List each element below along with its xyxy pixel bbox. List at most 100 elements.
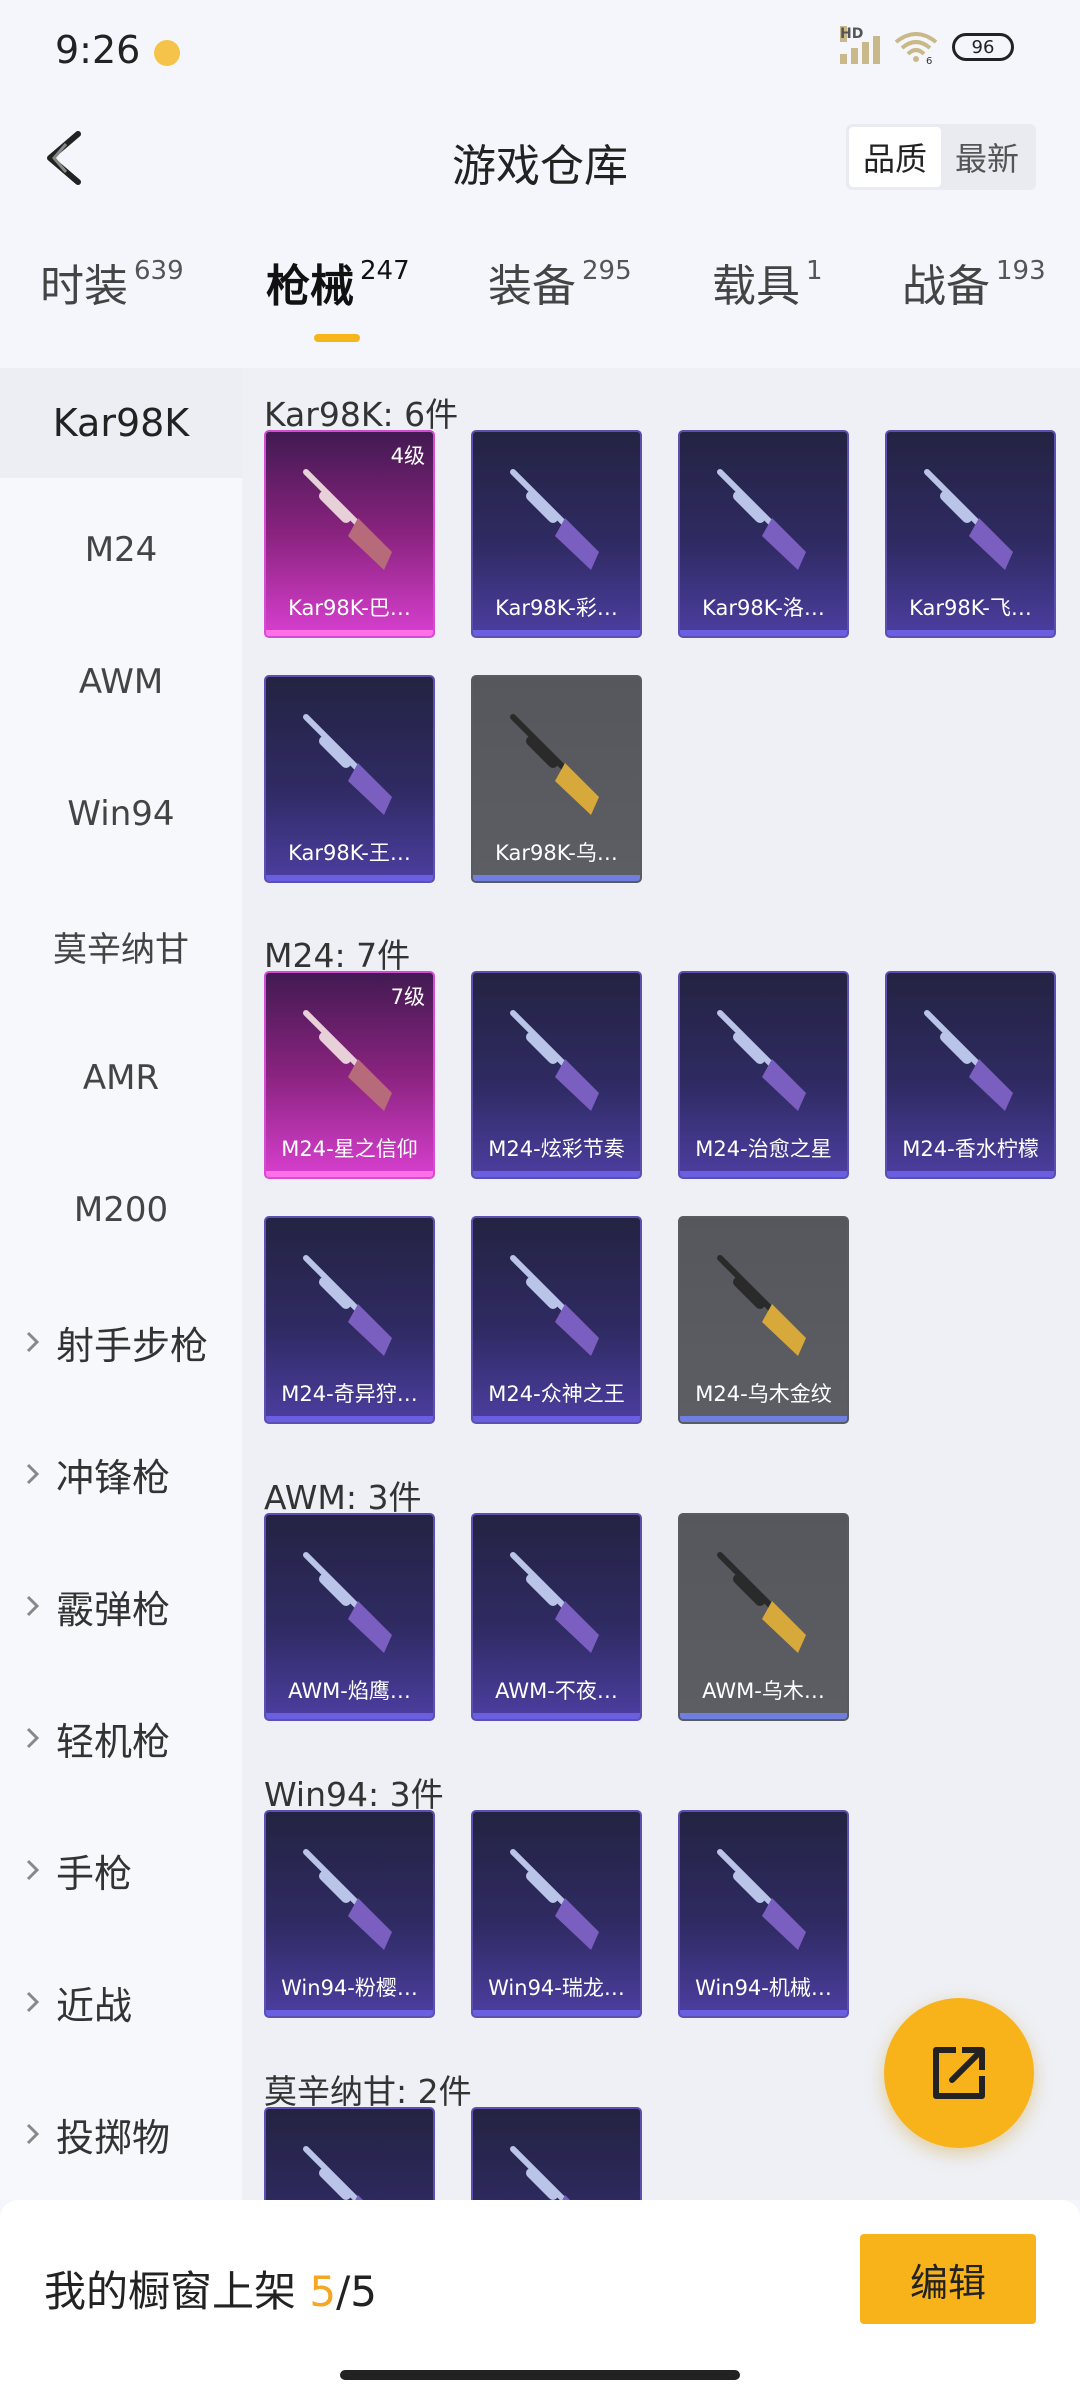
inventory-grid: Kar98K: 6件 M24: 7件 AWM: 3件 Win94: 3件 莫辛纳…	[242, 368, 1080, 2200]
rarity-bar	[266, 1416, 433, 1422]
inventory-item-card[interactable]: AWM-乌木…	[678, 1513, 849, 1721]
sort-latest-option[interactable]: 最新	[941, 127, 1033, 187]
inventory-item-card[interactable]: M24-乌木金纹	[678, 1216, 849, 1424]
tab-fashion[interactable]: 时装 639	[40, 250, 184, 314]
inventory-item-card[interactable]: Win94-机械…	[678, 1810, 849, 2018]
rarity-bar	[887, 630, 1054, 636]
edit-button[interactable]: 编辑	[860, 2234, 1036, 2324]
status-icons: HD 6 96	[840, 26, 1014, 64]
showcase-total-count: /5	[336, 2267, 377, 2316]
sort-toggle: 品质 最新	[845, 124, 1036, 190]
rifle-icon	[303, 1552, 392, 1653]
sidebar-group-melee[interactable]: 近战	[0, 1947, 242, 2057]
rifle-icon	[924, 1010, 1013, 1111]
rifle-icon	[510, 469, 599, 570]
item-name: Win94-机械…	[695, 1976, 832, 2000]
rarity-bar	[473, 1713, 640, 1719]
tab-count: 295	[582, 256, 632, 286]
inventory-item-card[interactable]	[264, 2107, 435, 2200]
inventory-item-card[interactable]: M24-奇异狩…	[264, 1216, 435, 1424]
item-name: Kar98K-彩…	[495, 596, 618, 620]
sidebar-item-m200[interactable]: M200	[0, 1155, 242, 1265]
chevron-right-icon	[26, 1859, 40, 1881]
inventory-item-card[interactable]: M24-众神之王	[471, 1216, 642, 1424]
inventory-item-card[interactable]: M24-香水柠檬	[885, 971, 1056, 1179]
rifle-icon	[303, 469, 392, 570]
rifle-icon	[717, 469, 806, 570]
sidebar-item-awm[interactable]: AWM	[0, 627, 242, 737]
rarity-bar	[473, 630, 640, 636]
category-tabs: 时装 639 枪械 247 装备 295 载具 1 战备 193	[0, 250, 1080, 350]
inventory-item-card[interactable]: Kar98K-洛…	[678, 430, 849, 638]
inventory-item-card[interactable]: Win94-瑞龙…	[471, 1810, 642, 2018]
rifle-icon	[510, 714, 599, 815]
rifle-icon	[717, 1010, 806, 1111]
item-name: Kar98K-乌…	[495, 841, 618, 865]
sidebar-group-dmr[interactable]: 射手步枪	[0, 1287, 242, 1397]
item-name: M24-乌木金纹	[695, 1382, 832, 1406]
tab-count: 247	[360, 256, 410, 286]
inventory-item-card[interactable]: Kar98K-乌…	[471, 675, 642, 883]
rifle-icon	[924, 469, 1013, 570]
item-name: M24-奇异狩…	[281, 1382, 418, 1406]
chevron-right-icon	[26, 1331, 40, 1353]
inventory-item-card[interactable]: M24-炫彩节奏	[471, 971, 642, 1179]
rifle-icon	[717, 1552, 806, 1653]
sidebar-item-win94[interactable]: Win94	[0, 759, 242, 869]
share-button[interactable]	[884, 1998, 1034, 2148]
rifle-icon	[510, 2146, 570, 2200]
tab-equipment[interactable]: 装备 295	[488, 250, 632, 314]
sidebar-group-smg[interactable]: 冲锋枪	[0, 1419, 242, 1529]
tab-label: 战备	[902, 261, 990, 312]
rifle-icon	[303, 1255, 392, 1356]
item-level-badge: 7级	[390, 985, 425, 1009]
tab-combat-gear[interactable]: 战备 193	[902, 250, 1046, 314]
inventory-item-card[interactable]: AWM-不夜…	[471, 1513, 642, 1721]
sidebar-item-mosin[interactable]: 莫辛纳甘	[0, 891, 242, 1001]
rarity-bar	[680, 630, 847, 636]
chevron-right-icon	[26, 1727, 40, 1749]
sidebar-group-label: 冲锋枪	[56, 1455, 171, 1500]
rarity-bar	[473, 1171, 640, 1177]
tab-label: 装备	[488, 261, 576, 312]
notification-app-icon	[154, 40, 180, 66]
showcase-panel: 我的橱窗上架 5/5 编辑	[0, 2200, 1080, 2400]
rifle-icon	[510, 1255, 599, 1356]
inventory-item-card[interactable]: M24-治愈之星	[678, 971, 849, 1179]
section-title-m24: M24: 7件	[264, 936, 411, 975]
inventory-item-card[interactable]: Kar98K-飞…	[885, 430, 1056, 638]
sidebar-group-lmg[interactable]: 轻机枪	[0, 1683, 242, 1793]
sidebar-item-m24[interactable]: M24	[0, 495, 242, 605]
sidebar-group-pistol[interactable]: 手枪	[0, 1815, 242, 1925]
sidebar-group-label: 近战	[56, 1983, 133, 2028]
item-name: AWM-焰鹰…	[288, 1679, 411, 1703]
rarity-bar	[473, 1416, 640, 1422]
inventory-item-card[interactable]: AWM-焰鹰…	[264, 1513, 435, 1721]
item-name: M24-香水柠檬	[902, 1137, 1039, 1161]
item-name: Win94-瑞龙…	[488, 1976, 625, 2000]
showcase-current-count: 5	[309, 2267, 337, 2316]
tab-firearms[interactable]: 枪械 247	[266, 250, 410, 314]
showcase-status: 我的橱窗上架 5/5	[44, 2258, 377, 2319]
item-name: M24-星之信仰	[281, 1137, 418, 1161]
section-title-mosin: 莫辛纳甘: 2件	[264, 2072, 472, 2111]
sidebar-item-kar98k[interactable]: Kar98K	[0, 368, 242, 478]
sidebar-item-amr[interactable]: AMR	[0, 1023, 242, 1133]
inventory-item-card[interactable]	[471, 2107, 642, 2200]
inventory-item-card[interactable]: 7级 M24-星之信仰	[264, 971, 435, 1179]
inventory-item-card[interactable]: Kar98K-王…	[264, 675, 435, 883]
sidebar-group-shotgun[interactable]: 霰弹枪	[0, 1551, 242, 1661]
rarity-bar	[266, 2010, 433, 2016]
header: 游戏仓库 品质 最新	[0, 100, 1080, 220]
item-name: M24-治愈之星	[695, 1137, 832, 1161]
sidebar-group-throwables[interactable]: 投掷物	[0, 2079, 242, 2189]
inventory-item-card[interactable]: Win94-粉樱…	[264, 1810, 435, 2018]
section-title-awm: AWM: 3件	[264, 1478, 422, 1517]
rarity-bar	[680, 1713, 847, 1719]
tab-vehicles[interactable]: 载具 1	[712, 250, 823, 314]
rarity-bar	[266, 1713, 433, 1719]
inventory-item-card[interactable]: Kar98K-彩…	[471, 430, 642, 638]
sort-quality-option[interactable]: 品质	[848, 127, 941, 187]
rarity-bar	[266, 875, 433, 881]
inventory-item-card[interactable]: 4级 Kar98K-巴…	[264, 430, 435, 638]
